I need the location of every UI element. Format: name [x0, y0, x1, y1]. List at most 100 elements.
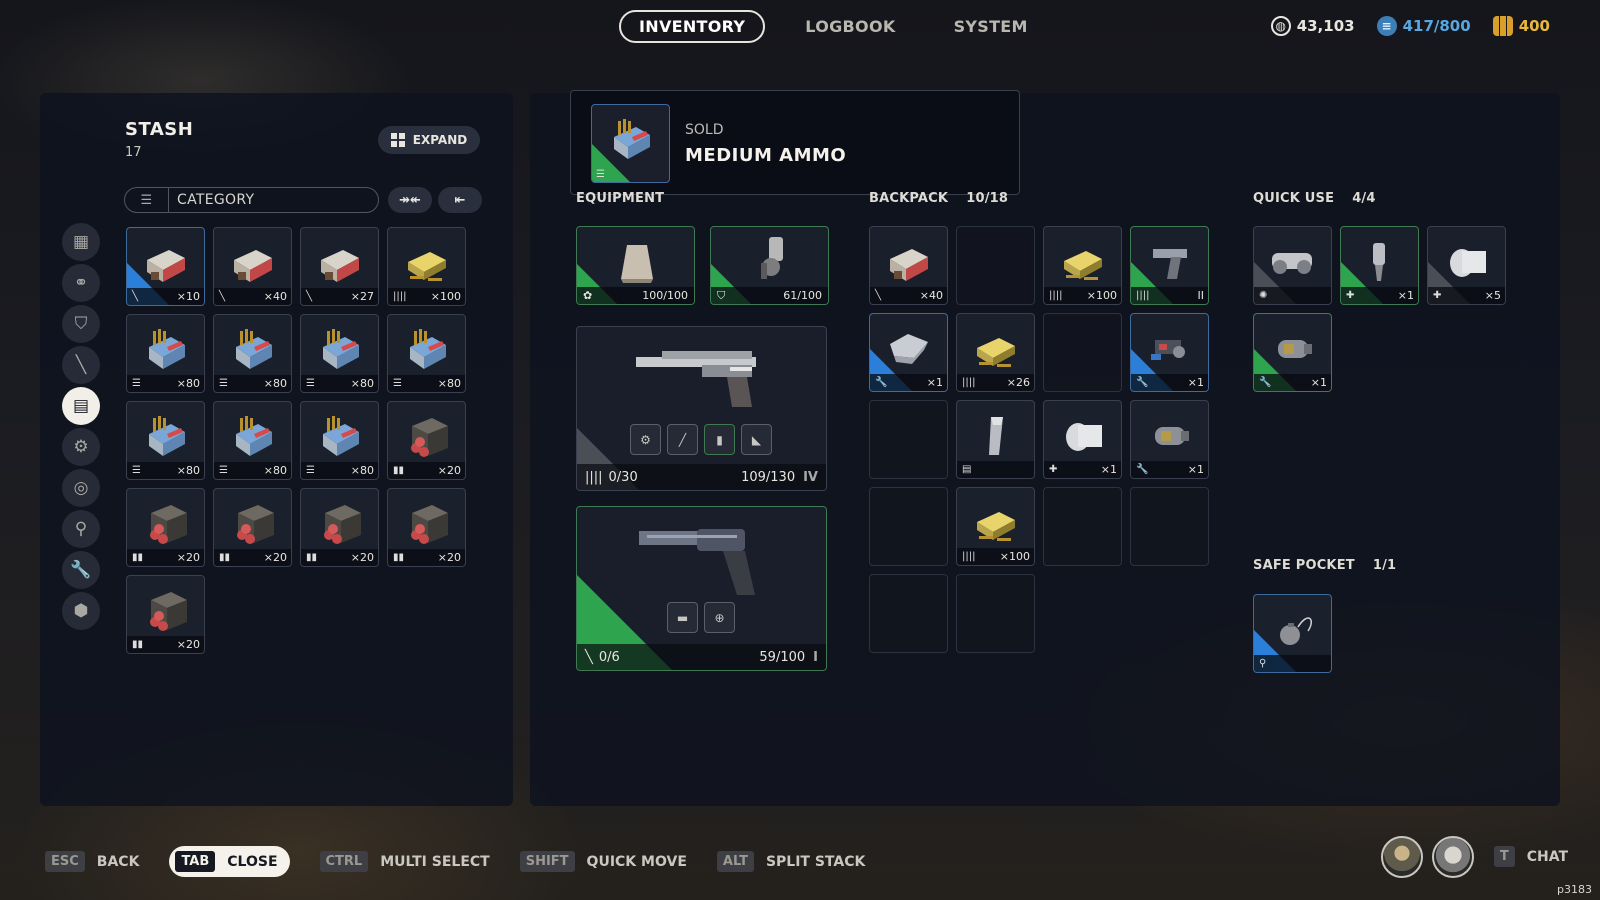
backpack-item-slot[interactable]: |||| II: [1130, 226, 1209, 305]
safe-pocket-slot[interactable]: ⚲: [1253, 594, 1332, 673]
shield-icon[interactable]: ⛉: [62, 305, 100, 343]
backpack-item-slot[interactable]: ✚ ×1: [1043, 400, 1122, 479]
grid-icon[interactable]: ▦: [62, 223, 100, 261]
secondary-weapon-slot[interactable]: ▬ ⊕ ╲ 0/6 59/100 I: [576, 506, 827, 671]
heavy-ammo-icon: ▮▮: [393, 552, 405, 563]
grid-icon: [390, 133, 405, 147]
weapon1-tier: IV: [803, 469, 818, 485]
binoculars-icon: [1272, 253, 1312, 274]
hint-multi-select[interactable]: CTRL MULTI SELECT: [319, 851, 490, 872]
medium-ammo-icon: ☰: [393, 378, 402, 389]
heal-icon: ✚: [1433, 290, 1442, 301]
stash-item-slot[interactable]: ╲ ×10: [126, 227, 205, 306]
expand-button[interactable]: EXPAND: [378, 126, 480, 154]
hint-quick-move[interactable]: SHIFT QUICK MOVE: [519, 851, 687, 872]
stash-item-slot[interactable]: ▮▮ ×20: [300, 488, 379, 567]
stash-item-slot[interactable]: ╲ ×27: [300, 227, 379, 306]
stash-item-slot[interactable]: |||| ×100: [387, 227, 466, 306]
quick-use-item-slot[interactable]: ✚ ×5: [1427, 226, 1506, 305]
medium-ammo-type-icon: ☰: [596, 169, 605, 180]
backpack-item-empty-slot[interactable]: [869, 400, 948, 479]
backpack-item-slot[interactable]: ▤: [956, 400, 1035, 479]
backpack-item-empty-slot[interactable]: [869, 574, 948, 653]
sight-attachment[interactable]: ⊕: [704, 602, 735, 633]
tab-system[interactable]: SYSTEM: [936, 11, 1046, 42]
augment-slot[interactable]: ✿ 100/100: [576, 226, 695, 305]
backpack-item-empty-slot[interactable]: [1043, 487, 1122, 566]
medium-ammo-icon: [323, 329, 359, 369]
stash-item-slot[interactable]: ☰ ×80: [126, 314, 205, 393]
wrench-icon[interactable]: 🔧: [62, 551, 100, 589]
quick-use-item-slot[interactable]: ✺: [1253, 226, 1332, 305]
stash-item-slot[interactable]: ☰ ×80: [126, 401, 205, 480]
backpack-item-empty-slot[interactable]: [869, 487, 948, 566]
stash-item-slot[interactable]: ☰ ×80: [213, 314, 292, 393]
primary-weapon-slot[interactable]: ⚙ ╱ ▮ ◣ |||| 0/30 109/130 IV: [576, 326, 827, 491]
medium-ammo-icon: ☰: [306, 465, 315, 476]
mods-icon[interactable]: ⚙: [62, 428, 100, 466]
magazine-attachment[interactable]: ▮: [704, 424, 735, 455]
backpack-item-slot[interactable]: |||| ×26: [956, 313, 1035, 392]
backpack-item-slot[interactable]: 🔧 ×1: [1130, 313, 1209, 392]
muzzle-attachment[interactable]: ⚙: [630, 424, 661, 455]
stash-item-slot[interactable]: ▮▮ ×20: [213, 488, 292, 567]
tab-inventory[interactable]: INVENTORY: [619, 10, 766, 43]
medium-ammo-icon: ☰: [219, 378, 228, 389]
canister-icon: [1155, 427, 1189, 445]
revolver-icon: [639, 529, 755, 595]
backpack-item-empty-slot[interactable]: [1043, 313, 1122, 392]
ammo-icon[interactable]: ▤: [62, 387, 100, 425]
party-avatar-member[interactable]: [1432, 836, 1474, 878]
hint-close[interactable]: TAB CLOSE: [169, 846, 290, 877]
weapon2-tier: I: [813, 649, 818, 665]
stash-item-slot[interactable]: ▮▮ ×20: [126, 488, 205, 567]
stash-item-slot[interactable]: ☰ ×80: [387, 314, 466, 393]
stash-item-slot[interactable]: ▮▮ ×20: [387, 401, 466, 480]
medium-ammo-icon: [236, 329, 272, 369]
item-quantity: ×1: [1310, 376, 1327, 389]
items-icon[interactable]: ⚭: [62, 264, 100, 302]
blade-icon[interactable]: ╲: [62, 346, 100, 384]
quick-use-item-slot[interactable]: 🔧 ×1: [1253, 313, 1332, 392]
light-ammo-box-icon: [1064, 251, 1102, 280]
chat-hint[interactable]: T CHAT: [1493, 846, 1568, 867]
safe-pocket-title: SAFE POCKET: [1253, 558, 1355, 573]
backpack-item-empty-slot[interactable]: [956, 226, 1035, 305]
quick-use-item-slot[interactable]: ✚ ×1: [1340, 226, 1419, 305]
stash-item-slot[interactable]: ▮▮ ×20: [126, 575, 205, 654]
light-ammo-icon: ||||: [1049, 290, 1063, 301]
stock-attachment[interactable]: ◣: [741, 424, 772, 455]
stash-item-slot[interactable]: ▮▮ ×20: [387, 488, 466, 567]
sort-button[interactable]: ↠↞: [388, 187, 432, 213]
barrel-attachment[interactable]: ╱: [667, 424, 698, 455]
party-avatar-leader[interactable]: [1381, 836, 1423, 878]
barrel-attachment[interactable]: ▬: [667, 602, 698, 633]
backpack-item-slot[interactable]: |||| ×100: [1043, 226, 1122, 305]
backpack-item-slot[interactable]: 🔧 ×1: [1130, 400, 1209, 479]
category-filter[interactable]: ☰ CATEGORY: [124, 187, 379, 213]
item-quantity: ×20: [437, 551, 461, 564]
shield-slot[interactable]: ⛉ 61/100: [710, 226, 829, 305]
credits-value: 43,103: [1296, 17, 1355, 35]
stash-item-slot[interactable]: ☰ ×80: [213, 401, 292, 480]
box-icon[interactable]: ⬢: [62, 592, 100, 630]
item-quantity: ×20: [176, 638, 200, 651]
tool-icon[interactable]: ⚲: [62, 510, 100, 548]
stash-item-slot[interactable]: ☰ ×80: [300, 401, 379, 480]
backpack-item-empty-slot[interactable]: [1130, 487, 1209, 566]
tab-logbook[interactable]: LOGBOOK: [787, 11, 913, 42]
stash-item-slot[interactable]: ☰ ×80: [300, 314, 379, 393]
medium-ammo-icon: [323, 416, 359, 456]
backpack-item-slot[interactable]: ╲ ×40: [869, 226, 948, 305]
stash-item-slot[interactable]: ╲ ×40: [213, 227, 292, 306]
safe-pocket-label: SAFE POCKET 1/1: [1253, 558, 1396, 573]
backpack-item-empty-slot[interactable]: [956, 574, 1035, 653]
backpack-item-slot[interactable]: |||| ×100: [956, 487, 1035, 566]
hint-back[interactable]: ESC BACK: [45, 851, 139, 872]
hint-split-stack[interactable]: ALT SPLIT STACK: [716, 851, 865, 872]
backpack-item-slot[interactable]: 🔧 ×1: [869, 313, 948, 392]
stash-title: STASH: [125, 119, 194, 140]
ring-icon[interactable]: ◎: [62, 469, 100, 507]
ammo-crate-icon: [234, 250, 272, 282]
collapse-button[interactable]: ⇤: [438, 187, 482, 213]
